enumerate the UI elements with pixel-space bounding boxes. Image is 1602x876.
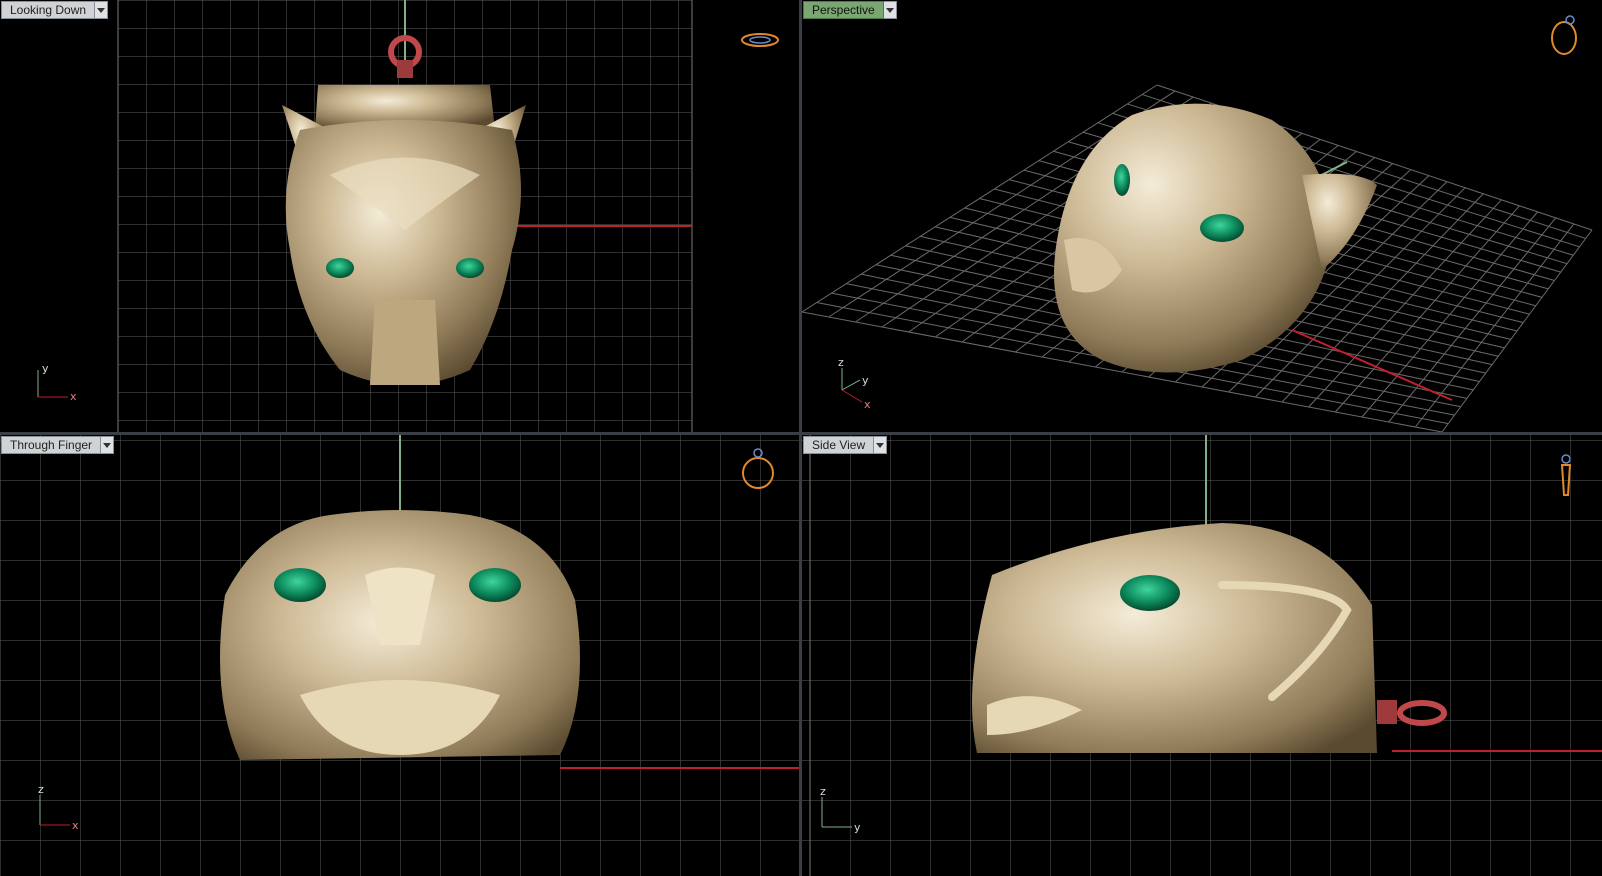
viewport-splitter-vertical[interactable] [799,0,802,876]
svg-text:x: x [72,819,79,832]
eye-gem [1120,575,1180,611]
bail-connector [1377,700,1397,724]
viewport-title-tab[interactable]: Through Finger [1,436,115,454]
panther-head-model[interactable] [1054,103,1377,373]
dropdown-arrow-icon[interactable] [95,1,109,19]
viewport-title-tab[interactable]: Looking Down [1,1,109,19]
svg-text:y: y [862,374,869,387]
svg-text:y: y [854,821,861,834]
dropdown-arrow-icon[interactable] [874,436,888,454]
dropdown-arrow-icon[interactable] [101,436,115,454]
viewport-title-tab[interactable]: Perspective [803,1,897,19]
right-eye-gem [469,568,521,602]
eye-gem [1200,214,1244,242]
viewport-title[interactable]: Perspective [803,1,884,19]
dropdown-arrow-icon[interactable] [883,1,897,19]
svg-text:z: z [38,783,44,796]
left-eye-gem [274,568,326,602]
viewport-title[interactable]: Through Finger [1,436,102,454]
viewport-title[interactable]: Looking Down [1,1,96,19]
svg-text:x: x [70,390,77,403]
viewport-splitter-horizontal[interactable] [0,432,1602,435]
left-eye-gem [326,258,354,278]
eye-gem [1114,164,1130,196]
viewport-through-finger[interactable]: z x Through Finger [0,435,799,876]
viewport-canvas[interactable]: y x [0,0,799,432]
axis-triad-icon: y x [37,362,77,403]
svg-text:z: z [820,785,826,798]
viewport-canvas[interactable]: z y [802,435,1602,876]
viewport-canvas[interactable]: z y x [802,0,1602,432]
ring-view-cube-icon[interactable] [1551,15,1577,55]
svg-text:x: x [864,398,871,411]
ring-view-cube-icon[interactable] [741,33,779,47]
viewport-canvas[interactable]: z x [0,435,799,876]
viewport-title[interactable]: Side View [803,436,875,454]
viewport-looking-down[interactable]: y x Looking Down [0,0,799,432]
viewport-perspective[interactable]: z y x Perspective [802,0,1602,432]
svg-text:z: z [838,356,844,369]
viewport-side-view[interactable]: z y Side View [802,435,1602,876]
axis-triad-icon: z y x [838,356,871,411]
viewport-title-tab[interactable]: Side View [803,436,888,454]
panther-head-model[interactable] [220,510,580,760]
svg-text:y: y [42,362,49,375]
right-eye-gem [456,258,484,278]
